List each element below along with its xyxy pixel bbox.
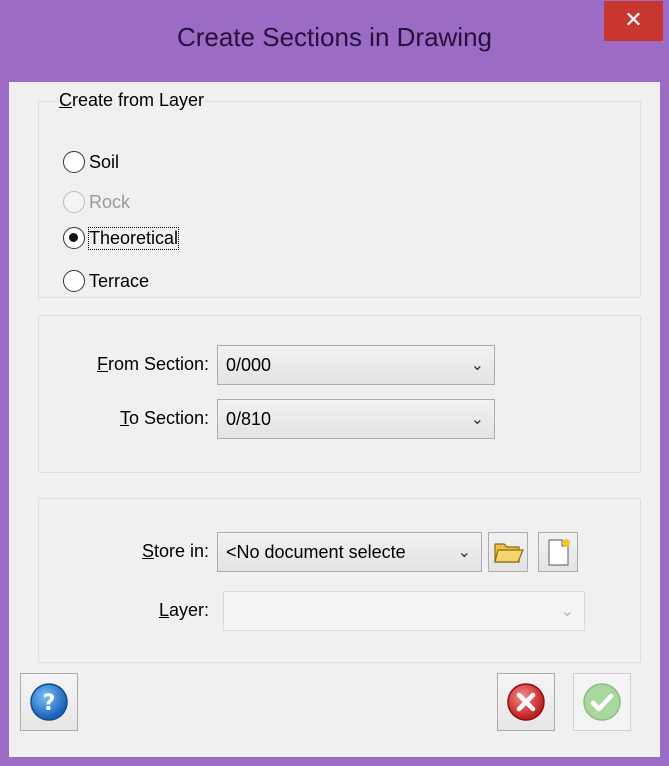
from-section-select[interactable]: 0/000 ⌄	[217, 345, 495, 385]
radio-theoretical[interactable]: Theoretical	[63, 226, 180, 250]
close-icon: ✕	[624, 8, 643, 33]
help-button[interactable]: ?	[20, 673, 78, 731]
folder-open-icon	[494, 543, 524, 563]
svg-text:?: ?	[43, 691, 56, 716]
new-document-button[interactable]	[538, 532, 578, 572]
ok-button[interactable]	[573, 673, 631, 731]
ok-check-icon	[583, 683, 621, 721]
radio-terrace-circle[interactable]	[63, 270, 85, 292]
chevron-down-icon: ⌄	[470, 355, 484, 374]
radio-rock[interactable]: Rock	[63, 191, 130, 213]
section-range-group: From Section: 0/000 ⌄ To Section: 0/810 …	[38, 315, 641, 473]
to-section-value: 0/810	[226, 409, 272, 429]
layer-label: Layer:	[158, 600, 209, 620]
new-document-icon	[548, 539, 570, 566]
store-in-label: Store in:	[141, 541, 209, 561]
close-button[interactable]: ✕	[604, 1, 663, 41]
cancel-icon	[507, 683, 545, 721]
store-group: Store in: <No document selecte ⌄ Layer: …	[38, 498, 641, 663]
chevron-down-icon: ⌄	[560, 601, 574, 620]
radio-rock-circle[interactable]	[63, 191, 85, 213]
open-document-button[interactable]	[488, 532, 528, 572]
to-section-label: To Section:	[119, 408, 209, 428]
radio-theoretical-circle[interactable]	[63, 227, 85, 249]
from-section-label: From Section:	[96, 354, 209, 374]
chevron-down-icon: ⌄	[470, 409, 484, 428]
cancel-button[interactable]	[497, 673, 555, 731]
dialog-title: Create Sections in Drawing	[176, 22, 493, 52]
radio-soil-label: Soil	[89, 151, 120, 172]
radio-soil-circle[interactable]	[63, 151, 85, 173]
store-in-select[interactable]: <No document selecte ⌄	[217, 532, 482, 572]
radio-terrace[interactable]: Terrace	[63, 270, 149, 292]
dialog-window: Create Sections in Drawing ✕ Create from…	[0, 0, 669, 766]
create-from-layer-group: Create from Layer Soil Rock Theoretical …	[38, 90, 641, 298]
radio-rock-label: Rock	[89, 191, 131, 212]
radio-soil[interactable]: Soil	[63, 151, 119, 173]
help-icon: ?	[30, 683, 68, 721]
layer-select[interactable]: ⌄	[223, 591, 585, 631]
radio-terrace-label: Terrace	[89, 270, 150, 291]
create-from-layer-legend: Create from Layer	[57, 90, 207, 111]
dialog-client-area: Create from Layer Soil Rock Theoretical …	[9, 82, 660, 757]
radio-theoretical-label: Theoretical	[87, 226, 180, 250]
title-bar[interactable]: Create Sections in Drawing ✕	[0, 0, 669, 82]
chevron-down-icon: ⌄	[457, 542, 471, 561]
to-section-select[interactable]: 0/810 ⌄	[217, 399, 495, 439]
store-in-value: <No document selecte	[226, 542, 406, 562]
from-section-value: 0/000	[226, 355, 272, 375]
